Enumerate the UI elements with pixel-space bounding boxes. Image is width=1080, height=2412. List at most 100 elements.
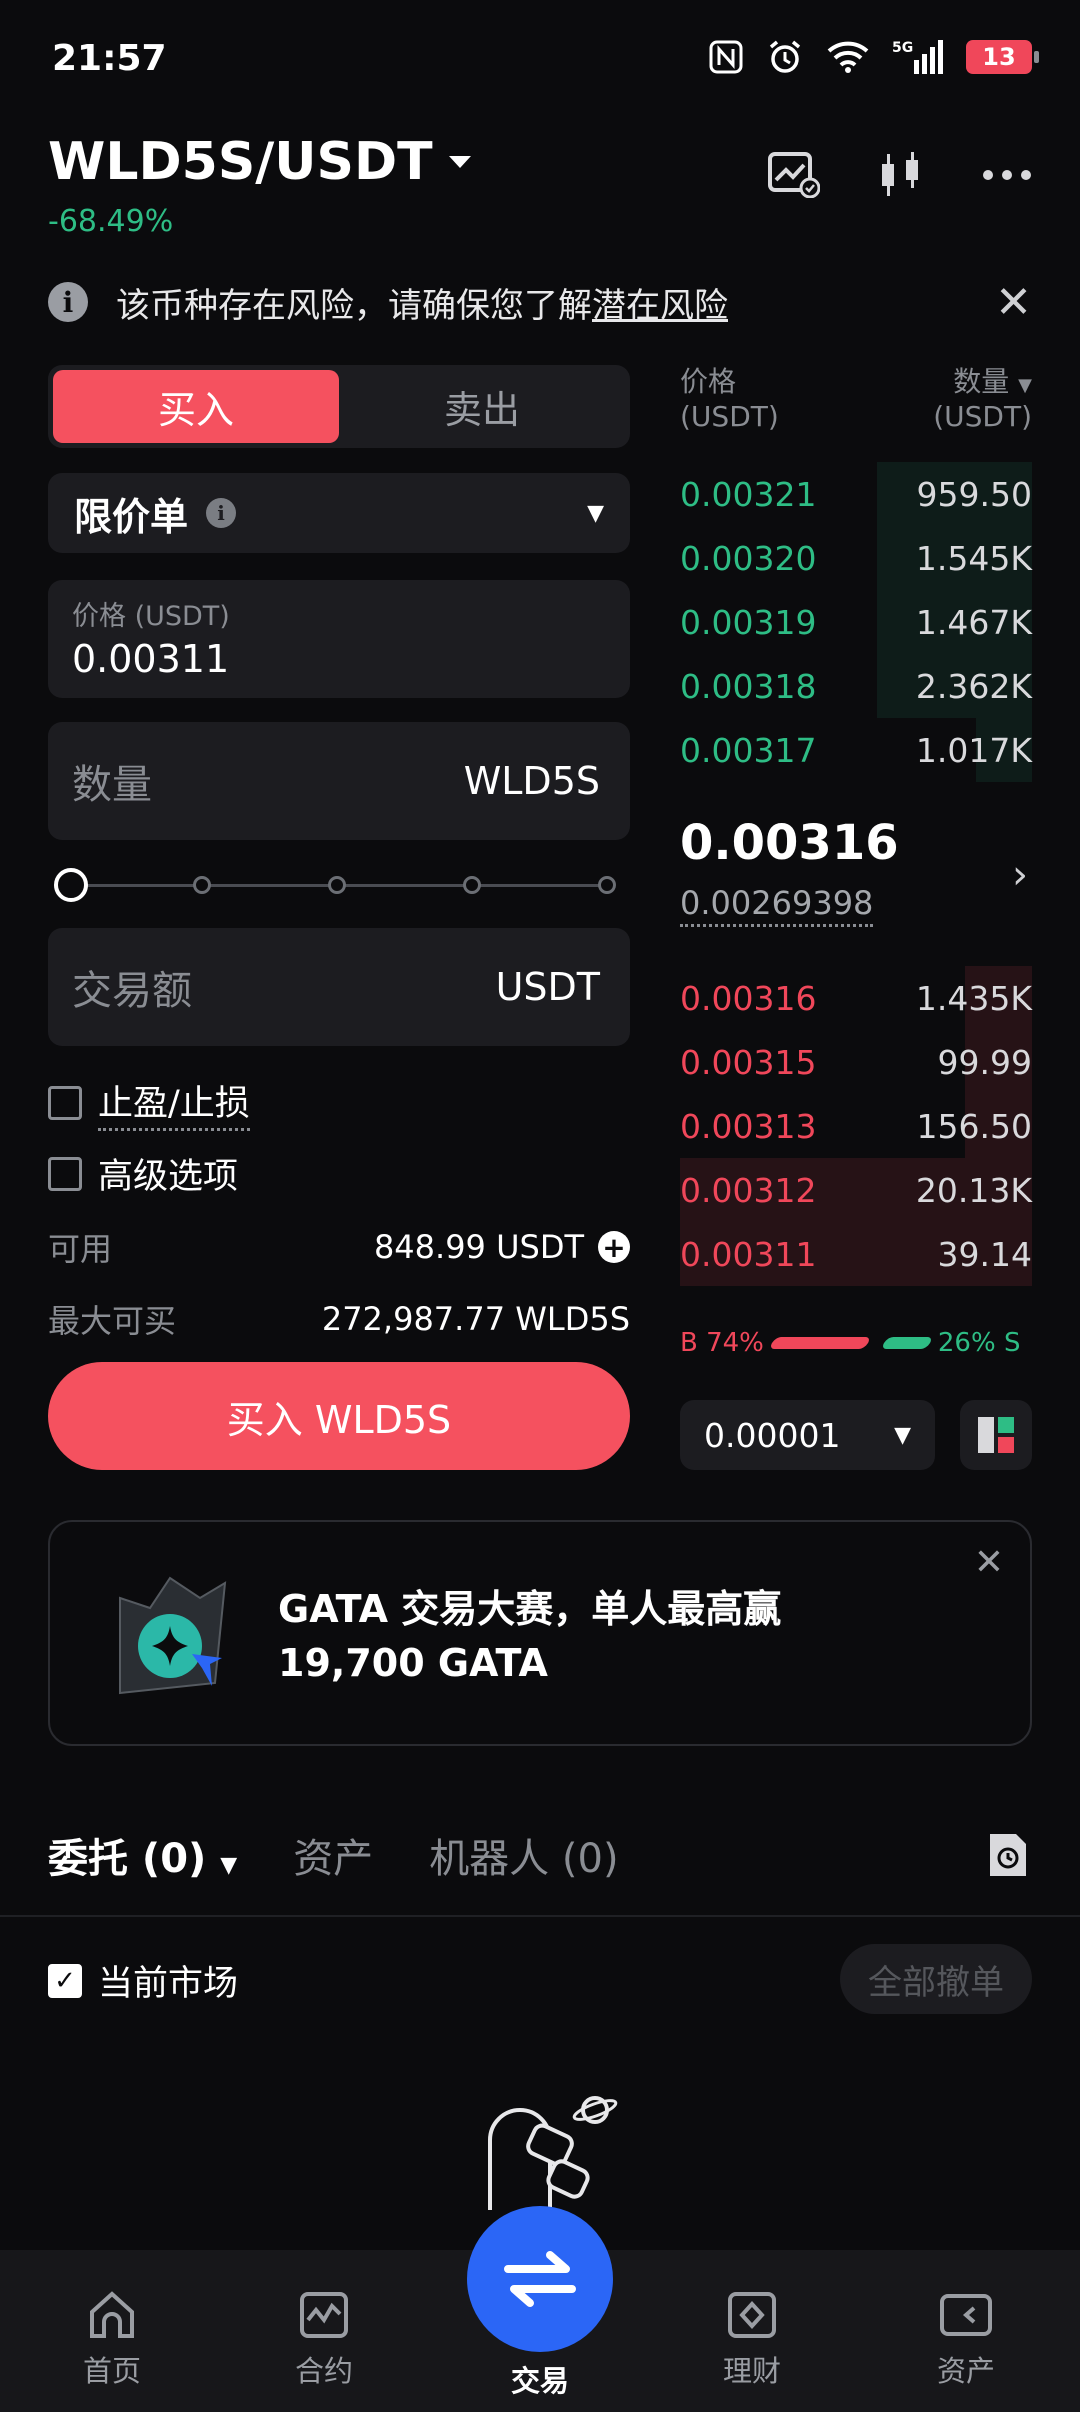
- signal-icon: 5G: [892, 40, 943, 74]
- amount-unit: WLD5S: [463, 759, 600, 803]
- bid-qty: 39.14: [937, 1234, 1032, 1274]
- total-label: 交易额: [72, 968, 192, 1014]
- slider-handle[interactable]: [54, 868, 88, 902]
- price-change: -68.49%: [48, 204, 174, 239]
- current-market-label: 当前市场: [98, 1964, 239, 2004]
- ask-qty: 1.017K: [915, 730, 1032, 770]
- nav-trade-button[interactable]: [467, 2206, 613, 2352]
- current-market-checkbox[interactable]: ✓: [48, 1963, 82, 1998]
- svg-text:5G: 5G: [892, 40, 913, 56]
- current-market-filter[interactable]: ✓ 当前市场: [48, 1955, 238, 2006]
- nav-home[interactable]: 首页: [52, 2290, 172, 2390]
- ask-price: 0.00317: [680, 730, 817, 770]
- nav-finance-label: 理财: [722, 2354, 781, 2388]
- tpsl-option[interactable]: 止盈/止损: [48, 1075, 250, 1131]
- bid-price: 0.00315: [680, 1042, 817, 1082]
- nav-home-label: 首页: [82, 2354, 141, 2388]
- chart-settings-icon[interactable]: [768, 152, 820, 198]
- max-buy-row: 最大可买 272,987.77 WLD5S: [48, 1296, 630, 1342]
- precision-select[interactable]: 0.00001 ▼: [680, 1400, 935, 1470]
- price-col-label: 价格: [680, 365, 737, 398]
- available-label: 可用: [48, 1230, 113, 1268]
- more-icon[interactable]: [982, 168, 1032, 182]
- tab-buy[interactable]: 买入: [53, 370, 339, 443]
- bid-row[interactable]: 0.00311 39.14: [680, 1222, 1032, 1286]
- close-icon[interactable]: ✕: [974, 1542, 1004, 1583]
- orderbook-layout-button[interactable]: [960, 1400, 1032, 1470]
- section-divider: [0, 1915, 1080, 1917]
- candlestick-icon[interactable]: [876, 150, 926, 200]
- nav-futures-label: 合约: [294, 2354, 353, 2388]
- caret-down-icon: ▼: [587, 500, 604, 526]
- slider-stop-25[interactable]: [193, 876, 211, 894]
- advanced-option[interactable]: 高级选项: [48, 1148, 238, 1199]
- mark-price[interactable]: 0.00269398: [680, 884, 874, 927]
- slider-stop-50[interactable]: [328, 876, 346, 894]
- price-value[interactable]: 0.00311: [72, 637, 606, 681]
- ask-row[interactable]: 0.00319 1.467K: [680, 590, 1032, 654]
- advanced-checkbox[interactable]: [48, 1156, 82, 1191]
- slider-track[interactable]: [78, 884, 614, 887]
- pair-title: WLD5S/USDT: [48, 132, 433, 192]
- tab-bots[interactable]: 机器人 (0): [429, 1826, 618, 1884]
- nav-finance[interactable]: 理财: [692, 2290, 812, 2390]
- add-funds-icon[interactable]: +: [598, 1231, 630, 1264]
- max-buy-value: 272,987.77 WLD5S: [321, 1300, 630, 1338]
- orders-tabs: 委托 (0) ▼ 资产 机器人 (0): [48, 1826, 675, 1884]
- buy-button[interactable]: 买入 WLD5S: [48, 1362, 630, 1470]
- bid-qty: 99.99: [937, 1042, 1032, 1082]
- max-buy-label: 最大可买: [48, 1302, 177, 1340]
- caret-down-icon: ▼: [1018, 375, 1032, 396]
- ask-row[interactable]: 0.00318 2.362K: [680, 654, 1032, 718]
- tab-orders[interactable]: 委托 (0) ▼: [48, 1826, 237, 1884]
- amount-slider[interactable]: [54, 868, 620, 902]
- empty-state-illustration: [488, 2096, 618, 2210]
- bid-row[interactable]: 0.00316 1.435K: [680, 966, 1032, 1030]
- info-icon: i: [48, 282, 88, 322]
- order-history-icon[interactable]: [986, 1830, 1030, 1880]
- ask-price: 0.00319: [680, 602, 817, 642]
- home-icon: [90, 2291, 134, 2338]
- bid-row[interactable]: 0.00315 99.99: [680, 1030, 1032, 1094]
- bid-price: 0.00312: [680, 1170, 817, 1210]
- price-label: 价格 (USDT): [72, 601, 230, 632]
- buy-sell-tabs: 买入 卖出: [48, 365, 630, 448]
- sell-ratio-bar: [880, 1337, 934, 1349]
- order-type-select[interactable]: 限价单 i ▼: [48, 473, 630, 553]
- info-icon[interactable]: i: [206, 498, 237, 528]
- amount-input[interactable]: 数量 WLD5S: [48, 722, 630, 840]
- wifi-icon: [827, 41, 869, 73]
- nav-futures[interactable]: 合约: [264, 2290, 384, 2390]
- slider-stop-100[interactable]: [598, 876, 616, 894]
- tab-sell[interactable]: 卖出: [339, 370, 625, 443]
- price-input[interactable]: 价格 (USDT) 0.00311: [48, 580, 630, 698]
- nav-assets[interactable]: 资产: [906, 2290, 1026, 2390]
- bid-price: 0.00313: [680, 1106, 817, 1146]
- cancel-all-button[interactable]: 全部撤单: [840, 1944, 1032, 2014]
- ask-row[interactable]: 0.00317 1.017K: [680, 718, 1032, 782]
- close-icon[interactable]: ✕: [995, 277, 1032, 328]
- promo-line1: GATA 交易大赛，单人最高赢: [278, 1587, 782, 1631]
- ask-qty: 1.545K: [915, 538, 1032, 578]
- advanced-label: 高级选项: [98, 1157, 239, 1197]
- amount-label: 数量: [72, 762, 152, 808]
- promo-card[interactable]: GATA 交易大赛，单人最高赢 19,700 GATA ✕: [48, 1520, 1032, 1746]
- risk-link[interactable]: 潜在风险: [592, 286, 728, 326]
- layout-icon: [978, 1417, 1014, 1453]
- buy-ratio-bar: [768, 1337, 872, 1349]
- orderbook-qty-header[interactable]: 数量 ▼ (USDT): [933, 360, 1032, 433]
- nav-trade-label: 交易: [510, 2364, 569, 2398]
- battery-indicator: 13: [966, 40, 1039, 74]
- tpsl-checkbox[interactable]: [48, 1086, 82, 1120]
- total-input[interactable]: 交易额 USDT: [48, 928, 630, 1046]
- ask-row[interactable]: 0.00320 1.545K: [680, 526, 1032, 590]
- chevron-right-icon[interactable]: ›: [1012, 852, 1028, 898]
- slider-stop-75[interactable]: [463, 876, 481, 894]
- pair-selector[interactable]: WLD5S/USDT: [48, 132, 473, 192]
- ask-row[interactable]: 0.00321 959.50: [680, 462, 1032, 526]
- status-icons: 5G 13: [708, 38, 1039, 76]
- bid-qty: 1.435K: [915, 978, 1032, 1018]
- bid-row[interactable]: 0.00313 156.50: [680, 1094, 1032, 1158]
- tab-assets[interactable]: 资产: [293, 1826, 373, 1884]
- bid-row[interactable]: 0.00312 20.13K: [680, 1158, 1032, 1222]
